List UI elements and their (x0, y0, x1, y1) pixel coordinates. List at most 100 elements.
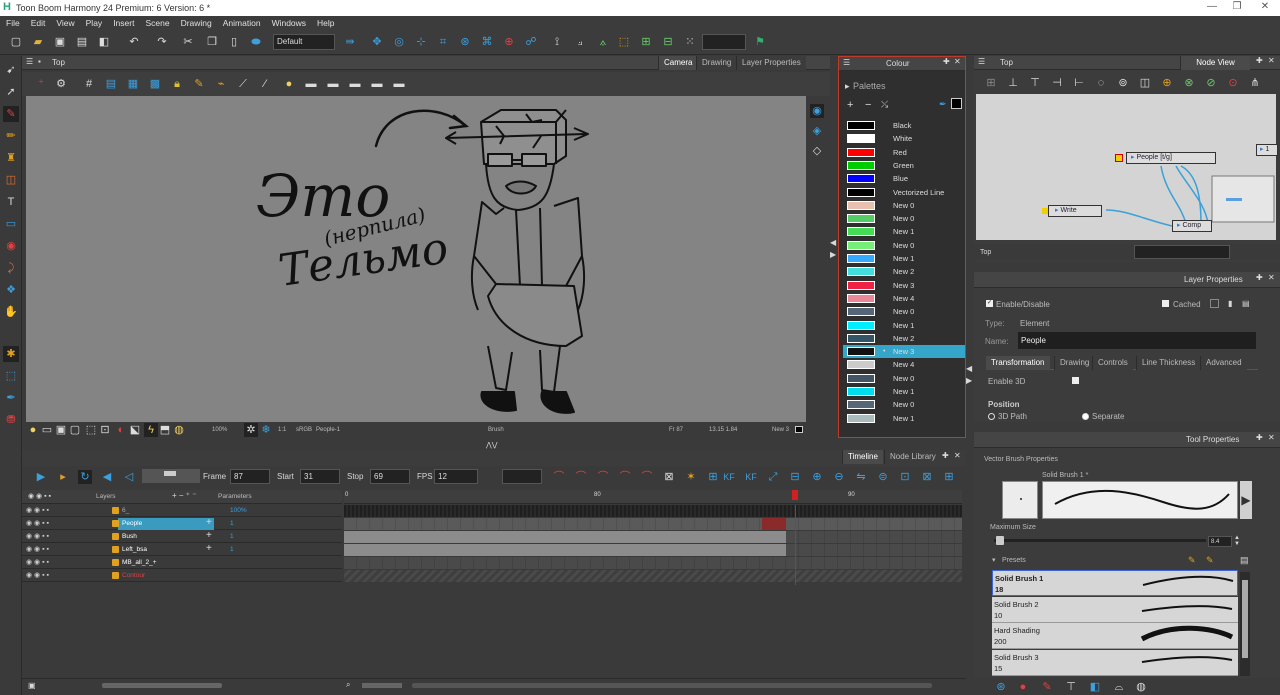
layer-toggles-icon[interactable]: ◉ ◉ ▪ ▪ (26, 506, 49, 514)
swatch-row[interactable]: New 0 (843, 305, 965, 318)
tab-camera[interactable]: Camera (658, 56, 698, 70)
layer-toggles-icon[interactable]: ◉ ◉ ▪ ▪ (26, 532, 49, 540)
dropper-tool-icon[interactable]: ⤸ (3, 260, 19, 276)
cached-checkbox[interactable] (1162, 300, 1169, 307)
collapse-left-arrow-2-icon[interactable]: ◀ (966, 364, 972, 373)
layer-row[interactable]: ◉ ◉ ▪ ▪ MB_all_2_+ (22, 557, 342, 569)
colour-menu-icon[interactable]: ☰ (843, 58, 850, 67)
import-icon[interactable]: ◧ (97, 35, 111, 49)
mask-icon[interactable]: ▩ (148, 77, 162, 91)
center-icon[interactable]: ✥ (370, 35, 384, 49)
pencil-tool-icon[interactable]: ✏ (3, 128, 19, 144)
node-tool-4-icon[interactable]: ⊣ (1050, 76, 1064, 90)
preset-new-icon[interactable]: ✎ (1188, 555, 1196, 566)
separate-radio[interactable] (1082, 413, 1089, 420)
layer-toggles-icon[interactable]: ◉ ◉ ▪ ▪ (26, 558, 49, 566)
hold-icon[interactable]: ⊟ (788, 470, 802, 484)
tab-timeline[interactable]: Timeline (842, 450, 883, 464)
node-graph[interactable]: ▸ People [t/g] ▸ Write ▸ Comp ▸ 1 (976, 94, 1278, 240)
line-style-select[interactable] (502, 469, 542, 484)
swatch-row[interactable]: New 2 (843, 265, 965, 278)
layer-row[interactable]: ◉ ◉ ▪ ▪ 6_ 100% (22, 505, 342, 517)
loop-icon[interactable]: ↻ (78, 470, 92, 484)
snowflake-icon[interactable]: ❄ (259, 423, 273, 437)
peg-icon[interactable]: ⊕ (502, 35, 516, 49)
node-add-panel-icon[interactable]: ✚ (1256, 56, 1263, 65)
menu-scene[interactable]: Scene (139, 16, 174, 28)
play-icon[interactable]: ▶ (34, 470, 48, 484)
menu-help[interactable]: Help (311, 16, 339, 28)
paste-icon[interactable]: ▯ (227, 35, 241, 49)
reverse-icon[interactable]: ⇋ (854, 470, 868, 484)
collapse-left-arrow-icon[interactable]: ◀ (830, 238, 836, 247)
bounding-box-icon[interactable]: ⬚ (3, 368, 19, 384)
swatch-row[interactable]: Black (843, 119, 965, 132)
tab-drawing[interactable]: Drawing (696, 56, 737, 70)
brush-tip-preview[interactable] (1002, 481, 1038, 519)
stop-input[interactable]: 69 (370, 469, 410, 484)
preset-item[interactable]: Solid Brush 2 10 (992, 596, 1238, 623)
menu-insert[interactable]: Insert (107, 16, 139, 28)
presets-toggle-icon[interactable]: ▾ (992, 556, 996, 564)
timeline-zoom-icon[interactable]: ⌕ (346, 680, 350, 690)
kf-add-icon[interactable]: KF (722, 470, 736, 484)
brush-size-icon[interactable]: ✎ (192, 77, 206, 91)
rectangle-tool-icon[interactable]: ▭ (3, 216, 19, 232)
tab-transformation[interactable]: Transformation (986, 356, 1050, 370)
target-icon[interactable]: ◎ (392, 35, 406, 49)
workspace-save-icon[interactable]: ⇛ (343, 35, 357, 49)
add-layer-icon[interactable]: ⊟ (661, 35, 675, 49)
collapse-right-arrow-icon[interactable]: ▶ (830, 250, 836, 259)
timeline-tracks[interactable] (344, 505, 962, 585)
menu-edit[interactable]: Edit (25, 16, 51, 28)
lightbulb-icon[interactable]: ● (282, 77, 296, 91)
pot3-icon[interactable]: ▬ (348, 77, 362, 91)
ease-2-icon[interactable]: ⌒ (574, 470, 588, 484)
node-people[interactable]: ▸ People [t/g] (1115, 152, 1216, 164)
preset-item[interactable]: Solid Brush 3 15 (992, 649, 1238, 676)
edit-colour-icon[interactable]: ⤯ (881, 99, 888, 110)
gear-status-icon[interactable]: ✲ (244, 423, 258, 437)
menu-windows[interactable]: Windows (266, 16, 311, 28)
grid-snap-icon[interactable]: ⊞ (639, 35, 653, 49)
node-menu-icon[interactable]: ☰ (978, 57, 985, 66)
swatch-row[interactable]: New 1 (843, 412, 965, 425)
zoom-level[interactable]: 100% (212, 427, 227, 433)
shade-icon[interactable]: ◐ (114, 423, 128, 437)
preset-scroll-thumb[interactable] (1242, 580, 1248, 658)
frame-input[interactable]: 87 (230, 469, 270, 484)
tab-node-view[interactable]: Node View (1180, 56, 1250, 70)
pot4-icon[interactable]: ▬ (370, 77, 384, 91)
sound-scrub-icon[interactable]: ◁ (122, 470, 136, 484)
node-tool-7-icon[interactable]: ⊚ (1116, 76, 1130, 90)
cut-icon[interactable]: ✂ (181, 35, 195, 49)
layer-name-input[interactable]: People (1018, 332, 1256, 349)
lock-layer-icon[interactable]: 🔒︎ (170, 77, 184, 91)
fps-input[interactable]: 12 (434, 469, 478, 484)
timeline-zoom-slider[interactable] (362, 683, 402, 688)
flag-icon[interactable]: ⚑ (753, 35, 767, 49)
swatch-row[interactable]: New 0 (843, 199, 965, 212)
layer-name[interactable]: 6_ (122, 507, 129, 514)
auto-fill-icon[interactable]: ✎ (1040, 680, 1054, 694)
swatch-row[interactable]: New 3 (843, 279, 965, 292)
node-tool-6-icon[interactable]: ◌ (1094, 76, 1108, 90)
open-folder-icon[interactable]: ▰ (31, 35, 45, 49)
layer-scrollbar[interactable] (102, 683, 222, 688)
path3d-radio[interactable] (988, 413, 995, 420)
tp-add-panel-icon[interactable]: ✚ (1256, 433, 1263, 442)
transform-tool-icon[interactable]: ✱ (3, 346, 19, 362)
node-comp[interactable]: ▸ Comp (1172, 220, 1212, 232)
node-write[interactable]: ▸ Write (1042, 205, 1102, 217)
onion-tl-icon[interactable]: ⊜ (876, 470, 890, 484)
feather-tool-icon[interactable]: ✒ (3, 390, 19, 406)
drawing-canvas[interactable]: Это (нерпила) Тельмо (26, 96, 806, 422)
swatch-row[interactable]: Green (843, 159, 965, 172)
collapse-right-arrow-2-icon[interactable]: ▶ (966, 376, 972, 385)
swatch-row[interactable]: New 4 (843, 292, 965, 305)
keyframe-add-icon[interactable]: ⊠ (662, 470, 676, 484)
field-guide-icon[interactable]: ⊡ (98, 423, 112, 437)
menu-animation[interactable]: Animation (217, 16, 266, 28)
layer-toggles-icon[interactable]: ◉ ◉ ▪ ▪ (26, 545, 49, 553)
save-as-icon[interactable]: ▤ (75, 35, 89, 49)
